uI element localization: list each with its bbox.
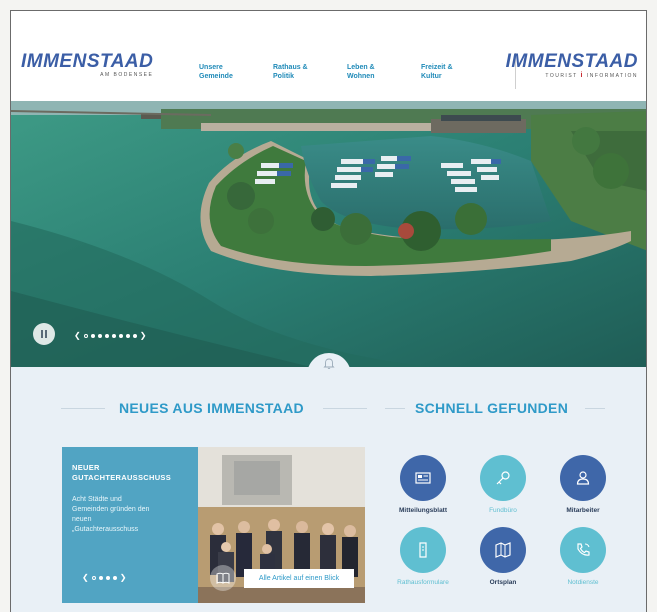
- quick-link-label: Mitarbeiter: [566, 507, 600, 514]
- nav-label-line2: Gemeinde: [199, 73, 233, 80]
- quick-link-mitteilungsblatt[interactable]: Mitteilungsblatt: [383, 455, 463, 514]
- nav-label-line2: Politik: [273, 73, 295, 80]
- quick-link-label: Mitteilungsblatt: [398, 507, 448, 514]
- news-teaser-line: Acht Städte und: [72, 496, 122, 503]
- main-navigation: Unsere Gemeinde Rathaus & Politik Leben …: [199, 63, 495, 81]
- news-headline[interactable]: NEUER GUTACHTERAUSSCHUSS: [72, 463, 188, 483]
- quick-links-section-title: SCHNELL GEFUNDEN: [415, 400, 569, 416]
- nav-label-line2: Wohnen: [347, 73, 375, 80]
- title-rule: [585, 408, 605, 409]
- bell-icon: [323, 358, 335, 370]
- title-rule: [323, 408, 367, 409]
- news-teaser-line: Gemeinden gründen den: [72, 506, 150, 513]
- info-icon: i: [580, 72, 584, 79]
- next-news-arrow-icon[interactable]: ❯: [120, 573, 127, 582]
- next-slide-arrow-icon[interactable]: ❯: [140, 331, 147, 340]
- nav-label-line1: Unsere: [199, 64, 223, 71]
- title-rule: [61, 408, 105, 409]
- nav-item-unsere-gemeinde[interactable]: Unsere Gemeinde: [199, 63, 273, 81]
- nav-item-rathaus-politik[interactable]: Rathaus & Politik: [273, 63, 347, 81]
- document-icon: [400, 527, 446, 573]
- newspaper-icon: [400, 455, 446, 501]
- previous-news-arrow-icon[interactable]: ❮: [82, 573, 89, 582]
- book-icon: [210, 565, 236, 591]
- harbor-aerial-photo: [11, 101, 646, 367]
- slide-dot[interactable]: [91, 575, 96, 580]
- tourist-information-logo[interactable]: IMMENSTAAD TOURIST i INFORMATION: [506, 51, 638, 79]
- site-header: IMMENSTAAD AM BODENSEE Unsere Gemeinde R…: [11, 11, 646, 101]
- news-headline-line2: GUTACHTERAUSSCHUSS: [72, 473, 172, 482]
- nav-label-line1: Freizeit &: [421, 64, 453, 71]
- website-frame: IMMENSTAAD AM BODENSEE Unsere Gemeinde R…: [10, 10, 647, 612]
- pause-icon: [41, 330, 47, 338]
- slide-dot[interactable]: [112, 575, 117, 580]
- news-section-title: NEUES AUS IMMENSTAAD: [119, 400, 304, 416]
- hero-slide-indicator: ❮ ❯: [74, 331, 146, 340]
- tagline-information: INFORMATION: [586, 73, 638, 79]
- news-teaser-line: neuen: [72, 516, 92, 523]
- all-articles-button[interactable]: Alle Artikel auf einen Blick: [244, 569, 354, 588]
- logo-text: IMMENSTAAD: [505, 51, 638, 72]
- quick-link-label: Notdienste: [567, 579, 599, 586]
- nav-item-freizeit-kultur[interactable]: Freizeit & Kultur: [421, 63, 495, 81]
- title-rule: [385, 408, 405, 409]
- slide-dot[interactable]: [90, 333, 95, 338]
- news-slide-indicator: ❮ ❯: [82, 573, 126, 582]
- quick-link-label: Ortsplan: [489, 579, 517, 586]
- slideshow-pause-button[interactable]: [33, 323, 55, 345]
- quick-link-rathausformulare[interactable]: Rathausformulare: [383, 527, 463, 586]
- nav-label-line2: Kultur: [421, 73, 442, 80]
- immenstaad-logo[interactable]: IMMENSTAAD AM BODENSEE: [21, 51, 153, 78]
- slide-dot[interactable]: [83, 333, 88, 338]
- tagline-tourist: TOURIST: [545, 73, 578, 79]
- slide-dot[interactable]: [125, 333, 130, 338]
- nav-label-line1: Rathaus &: [273, 64, 308, 71]
- slide-dot[interactable]: [105, 575, 110, 580]
- quick-link-mitarbeiter[interactable]: Mitarbeiter: [543, 455, 623, 514]
- phone-icon: [560, 527, 606, 573]
- slide-dot[interactable]: [111, 333, 116, 338]
- key-icon: [480, 455, 526, 501]
- news-card[interactable]: NEUER GUTACHTERAUSSCHUSS Acht Städte und…: [62, 447, 365, 603]
- slide-dot[interactable]: [97, 333, 102, 338]
- slide-dot[interactable]: [132, 333, 137, 338]
- quick-link-ortsplan[interactable]: Ortsplan: [463, 527, 543, 586]
- news-headline-line1: NEUER: [72, 463, 100, 472]
- quick-link-fundbuero[interactable]: Fundbüro: [463, 455, 543, 514]
- nav-item-leben-wohnen[interactable]: Leben & Wohnen: [347, 63, 421, 81]
- logo-tagline: TOURIST i INFORMATION: [506, 72, 638, 79]
- news-text-panel: NEUER GUTACHTERAUSSCHUSS Acht Städte und…: [62, 447, 198, 603]
- quick-link-notdienste[interactable]: Notdienste: [543, 527, 623, 586]
- map-icon: [480, 527, 526, 573]
- logo-text: IMMENSTAAD: [21, 51, 154, 72]
- hero-image: [11, 101, 646, 367]
- news-teaser: Acht Städte und Gemeinden gründen den ne…: [72, 495, 188, 535]
- slide-dot[interactable]: [104, 333, 109, 338]
- quick-link-label: Fundbüro: [489, 507, 517, 514]
- person-icon: [560, 455, 606, 501]
- previous-slide-arrow-icon[interactable]: ❮: [74, 331, 81, 340]
- news-teaser-line: „Gutachterausschuss: [72, 526, 139, 533]
- content-section: NEUES AUS IMMENSTAAD SCHNELL GEFUNDEN NE…: [11, 353, 646, 612]
- quick-link-label: Rathausformulare: [397, 579, 449, 586]
- slide-dot[interactable]: [118, 333, 123, 338]
- slide-dot[interactable]: [98, 575, 103, 580]
- nav-label-line1: Leben &: [347, 64, 375, 71]
